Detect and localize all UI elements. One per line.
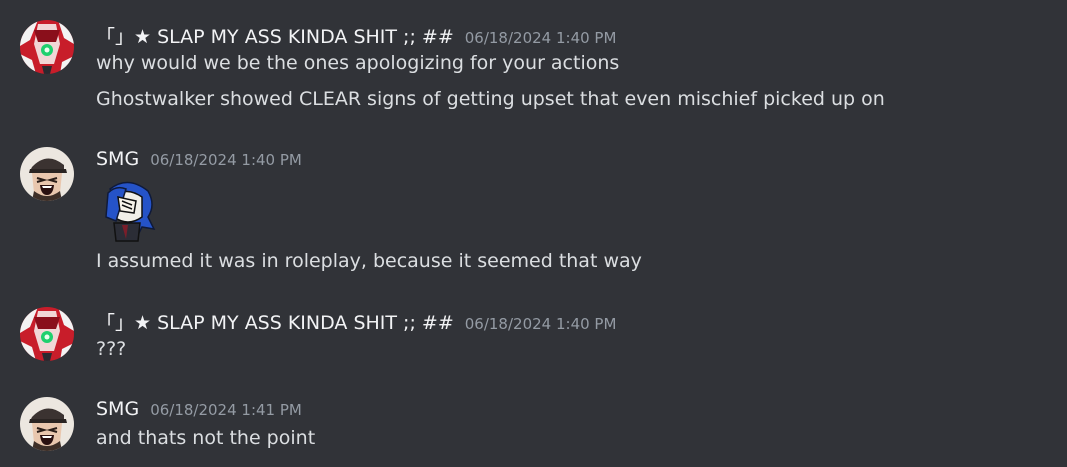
message-text: I assumed it was in roleplay, because it… bbox=[96, 250, 642, 272]
timestamp[interactable]: 06/18/2024 1:41 PM bbox=[150, 401, 302, 419]
timestamp[interactable]: 06/18/2024 1:40 PM bbox=[150, 151, 302, 169]
message-header: 「」★ SLAP MY ASS KINDA SHIT ;; ## 06/18/2… bbox=[96, 22, 616, 49]
message-text: and thats not the point bbox=[96, 427, 316, 449]
username[interactable]: SMG bbox=[96, 148, 139, 170]
sticker[interactable] bbox=[96, 177, 162, 243]
avatar[interactable] bbox=[20, 147, 74, 201]
message-header: 「」★ SLAP MY ASS KINDA SHIT ;; ## 06/18/2… bbox=[96, 308, 616, 335]
avatar[interactable] bbox=[20, 307, 74, 361]
avatar[interactable] bbox=[20, 20, 74, 74]
username[interactable]: 「」★ SLAP MY ASS KINDA SHIT ;; ## bbox=[96, 308, 454, 335]
message-text: ??? bbox=[96, 338, 127, 360]
timestamp[interactable]: 06/18/2024 1:40 PM bbox=[465, 29, 617, 47]
facepalm-sticker-icon bbox=[105, 181, 156, 242]
message-text: Ghostwalker showed CLEAR signs of gettin… bbox=[96, 88, 885, 110]
message-text: why would we be the ones apologizing for… bbox=[96, 52, 620, 74]
username[interactable]: SMG bbox=[96, 398, 139, 420]
avatar[interactable] bbox=[20, 397, 74, 451]
timestamp[interactable]: 06/18/2024 1:40 PM bbox=[465, 315, 617, 333]
username[interactable]: 「」★ SLAP MY ASS KINDA SHIT ;; ## bbox=[96, 22, 454, 49]
message-header: SMG 06/18/2024 1:40 PM bbox=[96, 148, 302, 170]
message-header: SMG 06/18/2024 1:41 PM bbox=[96, 398, 302, 420]
